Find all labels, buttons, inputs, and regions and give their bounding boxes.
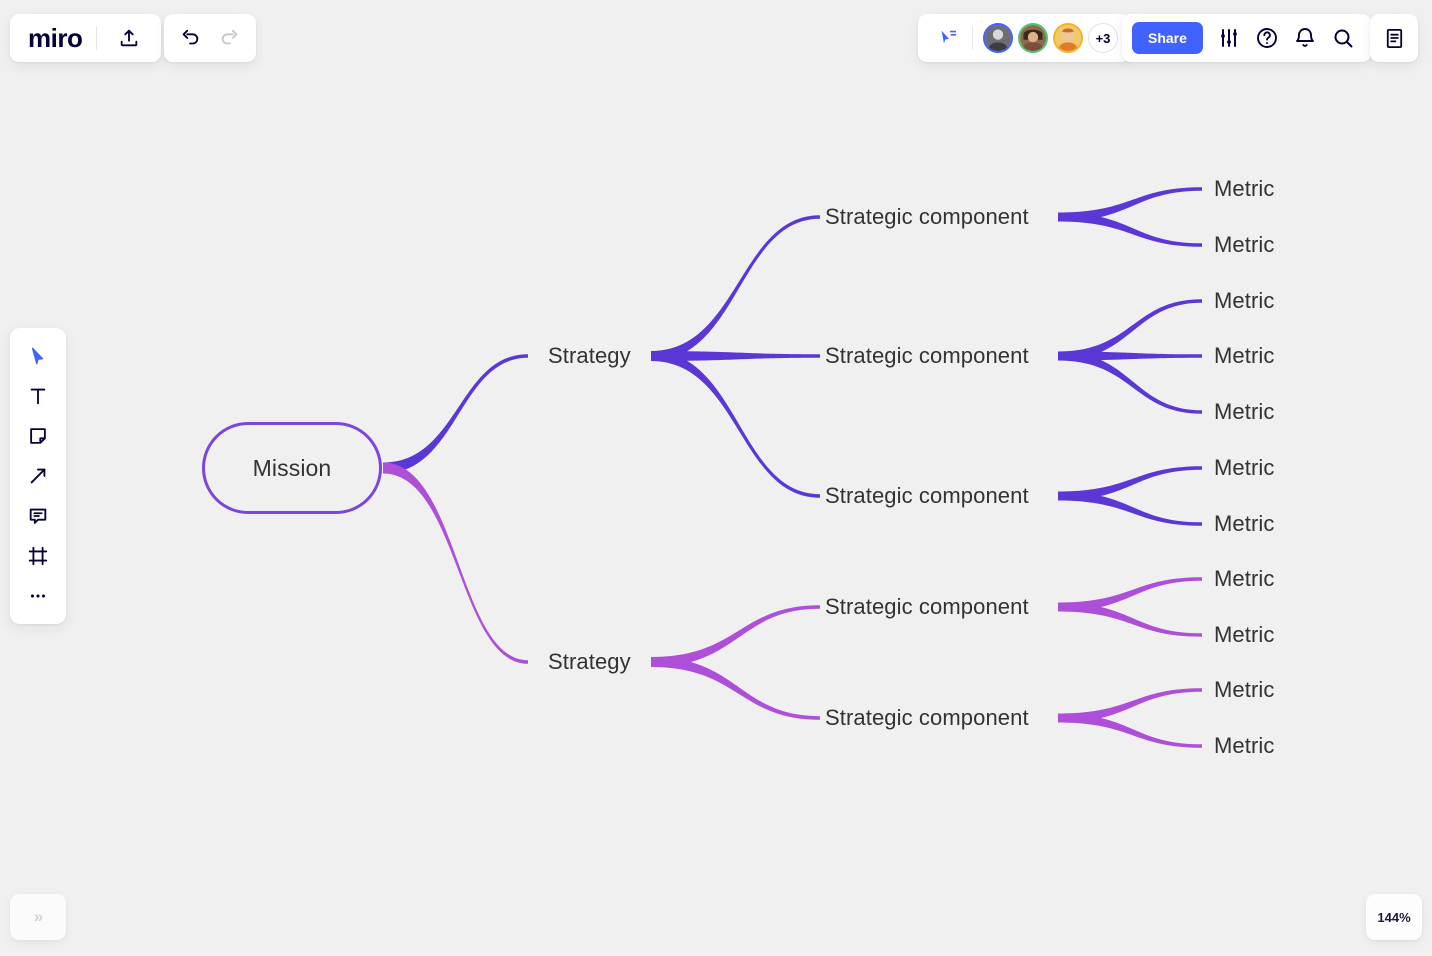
mindmap-node-metric[interactable]: Metric: [1214, 679, 1275, 701]
mindmap-node-mission[interactable]: Mission: [202, 422, 382, 514]
collaborators-bar: +3: [918, 14, 1130, 62]
tool-select[interactable]: [18, 338, 58, 374]
mindmap-edge: [651, 657, 820, 720]
mindmap-node-metric[interactable]: Metric: [1214, 735, 1275, 757]
mindmap-node-strategic-component[interactable]: Strategic component: [825, 206, 1029, 228]
mindmap-edge: [651, 351, 820, 498]
tool-more[interactable]: [18, 578, 58, 614]
divider: [96, 26, 98, 50]
mindmap-node-strategy[interactable]: Strategy: [548, 345, 631, 367]
undo-redo-bar: [164, 14, 256, 62]
share-button[interactable]: Share: [1132, 22, 1203, 54]
mindmap-edge: [651, 215, 820, 361]
tool-rail: [10, 328, 66, 624]
avatar[interactable]: [983, 23, 1013, 53]
avatar[interactable]: [1053, 23, 1083, 53]
mindmap-node-metric[interactable]: Metric: [1214, 624, 1275, 646]
mindmap-node-metric[interactable]: Metric: [1214, 345, 1275, 367]
mindmap-node-metric[interactable]: Metric: [1214, 401, 1275, 423]
mindmap-edge: [383, 354, 528, 474]
mindmap-edge: [383, 462, 528, 664]
upload-icon[interactable]: [111, 20, 147, 56]
mindmap-node-metric[interactable]: Metric: [1214, 457, 1275, 479]
expand-panel-button[interactable]: »: [10, 894, 66, 940]
double-chevron-right-icon: »: [33, 907, 44, 926]
avatar-group: [983, 23, 1088, 53]
panel-bar: [1370, 14, 1418, 62]
bell-icon[interactable]: [1287, 20, 1323, 56]
mindmap-node-strategy[interactable]: Strategy: [548, 651, 631, 673]
mindmap-edge: [1058, 212, 1202, 247]
mindmap-node-metric[interactable]: Metric: [1214, 513, 1275, 535]
redo-icon[interactable]: [212, 20, 248, 56]
mindmap-node-strategic-component[interactable]: Strategic component: [825, 345, 1029, 367]
tool-sticky-note[interactable]: [18, 418, 58, 454]
tool-comment[interactable]: [18, 498, 58, 534]
mindmap-node-metric[interactable]: Metric: [1214, 178, 1275, 200]
search-icon[interactable]: [1325, 20, 1361, 56]
mindmap-edge: [1058, 602, 1202, 637]
mindmap-edge: [651, 605, 820, 667]
avatar-overflow-badge[interactable]: +3: [1088, 23, 1118, 53]
mindmap-node-strategic-component[interactable]: Strategic component: [825, 707, 1029, 729]
tool-frame[interactable]: [18, 538, 58, 574]
board-canvas[interactable]: Mission Strategy Strategic component Metri…: [0, 0, 1432, 956]
mindmap-node-metric[interactable]: Metric: [1214, 568, 1275, 590]
mindmap-node-metric[interactable]: Metric: [1214, 290, 1275, 312]
sliders-icon[interactable]: [1211, 20, 1247, 56]
miro-logo[interactable]: miro: [28, 25, 83, 51]
mindmap-edge: [1058, 299, 1202, 361]
mindmap-edge: [1058, 713, 1202, 748]
document-panel-icon[interactable]: [1376, 20, 1412, 56]
mindmap-node-strategic-component[interactable]: Strategic component: [825, 596, 1029, 618]
help-circle-icon[interactable]: [1249, 20, 1285, 56]
miro-board-app: Mission Strategy Strategic component Metri…: [0, 0, 1432, 956]
mission-label: Mission: [252, 454, 332, 481]
divider: [972, 26, 973, 50]
mindmap-node-metric[interactable]: Metric: [1214, 234, 1275, 256]
cursor-share-icon[interactable]: [930, 20, 966, 56]
tool-text[interactable]: [18, 378, 58, 414]
undo-icon[interactable]: [172, 20, 208, 56]
mindmap-node-strategic-component[interactable]: Strategic component: [825, 485, 1029, 507]
zoom-level-button[interactable]: 144%: [1366, 894, 1422, 940]
mindmap-edge: [1058, 351, 1202, 414]
zoom-level-label: 144%: [1377, 909, 1411, 925]
avatar[interactable]: [1018, 23, 1048, 53]
mindmap-edge: [1058, 491, 1202, 526]
logo-bar: miro: [10, 14, 162, 62]
tool-arrow[interactable]: [18, 458, 58, 494]
actions-bar: Share: [1122, 14, 1371, 62]
